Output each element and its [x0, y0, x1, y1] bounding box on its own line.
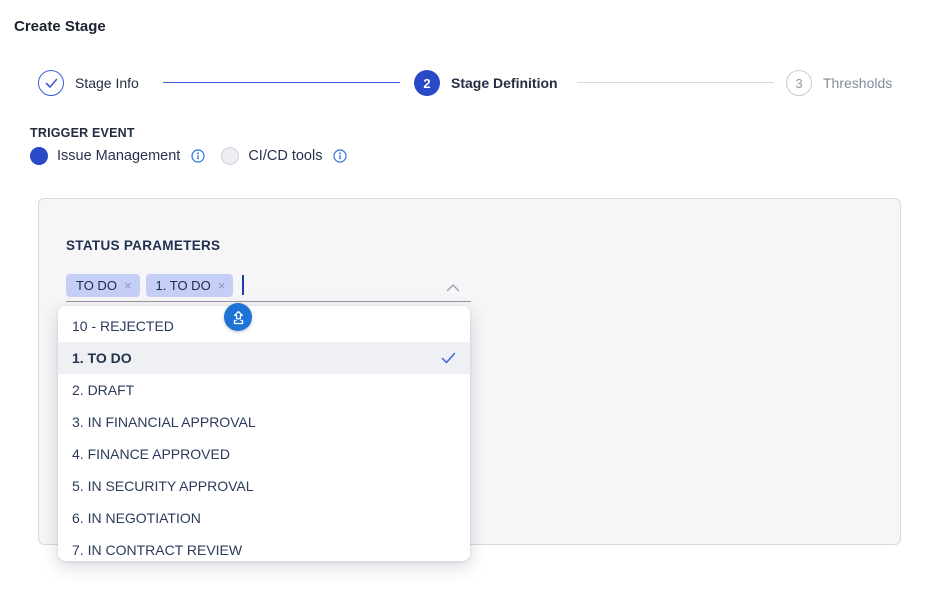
trigger-event-label: TRIGGER EVENT [30, 126, 135, 140]
radio-selected-dot [30, 147, 48, 165]
step-1-indicator [38, 70, 64, 96]
click-indicator-badge [224, 303, 252, 331]
option-label: 3. IN FINANCIAL APPROVAL [72, 414, 256, 430]
page-title: Create Stage [14, 18, 106, 35]
info-icon[interactable] [333, 149, 347, 163]
option-label: 5. IN SECURITY APPROVAL [72, 478, 254, 494]
dropdown-option[interactable]: 5. IN SECURITY APPROVAL [58, 470, 470, 502]
step-stage-info[interactable]: Stage Info [38, 69, 139, 97]
check-icon [45, 78, 58, 89]
dropdown-option[interactable]: 2. DRAFT [58, 374, 470, 406]
selected-chip: 1. TO DO × [146, 274, 234, 297]
radio-cicd-tools[interactable]: CI/CD tools [221, 147, 347, 165]
dropdown-option-selected[interactable]: 1. TO DO [58, 342, 470, 374]
step-stage-definition[interactable]: 2 Stage Definition [414, 69, 558, 97]
option-label: 2. DRAFT [72, 382, 134, 398]
selected-chip: TO DO × [66, 274, 140, 297]
radio-cicd-tools-label: CI/CD tools [248, 148, 322, 164]
step-thresholds[interactable]: 3 Thresholds [786, 69, 892, 97]
chip-label: TO DO [76, 278, 117, 293]
step-3-label: Thresholds [823, 75, 892, 91]
step-2-indicator: 2 [414, 70, 440, 96]
step-1-label: Stage Info [75, 75, 139, 91]
dropdown-option[interactable]: 6. IN NEGOTIATION [58, 502, 470, 534]
status-parameters-heading: STATUS PARAMETERS [66, 238, 220, 253]
close-icon[interactable]: × [124, 279, 132, 292]
stepper-connector-completed [163, 82, 400, 83]
trigger-event-options: Issue Management CI/CD tools [30, 146, 347, 166]
text-cursor [242, 275, 244, 295]
option-label: 7. IN CONTRACT REVIEW [72, 542, 242, 558]
option-label: 4. FINANCE APPROVED [72, 446, 230, 462]
dropdown-option[interactable]: 3. IN FINANCIAL APPROVAL [58, 406, 470, 438]
close-icon[interactable]: × [218, 279, 226, 292]
stepper-connector-upcoming [577, 82, 774, 83]
radio-issue-management[interactable]: Issue Management [30, 147, 205, 165]
dropdown-option[interactable]: 10 - REJECTED [58, 310, 470, 342]
radio-issue-management-label: Issue Management [57, 148, 180, 164]
radio-unselected-dot [221, 147, 239, 165]
pointer-up-icon [231, 310, 246, 325]
create-stage-screen: Create Stage Stage Info 2 Stage Definiti… [0, 0, 938, 591]
step-3-number: 3 [795, 76, 802, 91]
status-dropdown-list: 10 - REJECTED 1. TO DO 2. DRAFT 3. IN FI… [58, 306, 470, 561]
dropdown-option[interactable]: 4. FINANCE APPROVED [58, 438, 470, 470]
step-3-indicator: 3 [786, 70, 812, 96]
step-2-label: Stage Definition [451, 75, 558, 91]
option-label: 1. TO DO [72, 350, 132, 366]
option-label: 10 - REJECTED [72, 318, 174, 334]
option-label: 6. IN NEGOTIATION [72, 510, 201, 526]
chevron-up-icon[interactable] [446, 283, 460, 292]
status-parameters-multiselect-input[interactable]: TO DO × 1. TO DO × [66, 274, 471, 302]
info-icon[interactable] [191, 149, 205, 163]
chip-label: 1. TO DO [156, 278, 211, 293]
check-icon [441, 352, 456, 364]
dropdown-option[interactable]: 7. IN CONTRACT REVIEW [58, 534, 470, 561]
step-2-number: 2 [423, 76, 430, 91]
